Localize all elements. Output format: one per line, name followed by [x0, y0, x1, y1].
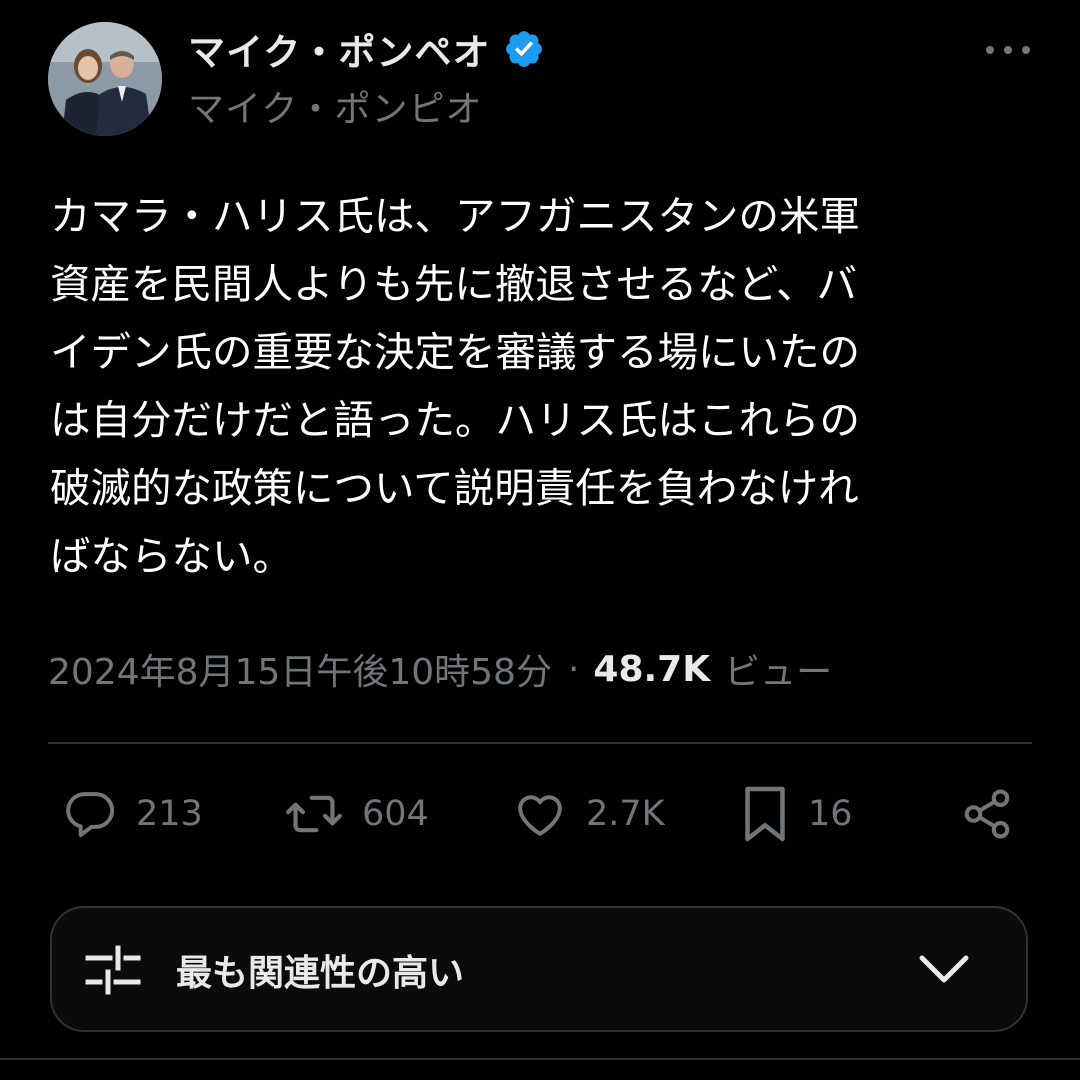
author-handle[interactable]: マイク・ポンピオ: [188, 80, 483, 132]
share-button[interactable]: [960, 784, 1014, 844]
sort-label: 最も関連性の高い: [176, 953, 465, 994]
meta-separator: ·: [567, 648, 580, 690]
retweet-icon: [286, 795, 342, 833]
more-icon[interactable]: [980, 34, 1036, 66]
like-count: 2.7K: [586, 794, 665, 834]
retweet-button[interactable]: 604: [284, 784, 429, 844]
bookmark-icon: [745, 786, 785, 842]
sort-selector[interactable]: 最も関連性の高い: [50, 906, 1028, 1032]
chevron-down-icon: [919, 955, 969, 983]
tweet-text: カマラ・ハリス氏は、アフガニスタンの米軍 資産を民間人よりも先に撤退させるなど、…: [50, 192, 860, 580]
like-icon: [518, 795, 562, 836]
views-label: ビュー: [724, 652, 833, 693]
retweet-count: 604: [362, 794, 429, 834]
views-count[interactable]: 48.7K: [593, 649, 710, 690]
author-name-row: マイク・ポンペオ: [188, 24, 545, 74]
divider: [48, 742, 1032, 744]
reply-icon: [66, 792, 115, 837]
filter-icon: [85, 945, 141, 995]
avatar[interactable]: [48, 22, 162, 136]
timestamp[interactable]: 2024年8月15日午後10時58分: [48, 643, 552, 695]
avatar-photo: [48, 22, 162, 136]
bookmark-button[interactable]: 16: [740, 784, 853, 844]
tweet-meta: 2024年8月15日午後10時58分 · 48.7K ビュー: [48, 642, 832, 696]
bookmark-count: 16: [808, 794, 853, 834]
verified-badge-icon: [503, 28, 545, 70]
display-name[interactable]: マイク・ポンペオ: [188, 22, 491, 76]
reply-count: 213: [136, 794, 203, 834]
reply-button[interactable]: 213: [62, 784, 203, 844]
divider: [0, 1058, 1080, 1060]
share-icon: [964, 789, 1010, 839]
like-button[interactable]: 2.7K: [512, 784, 665, 844]
